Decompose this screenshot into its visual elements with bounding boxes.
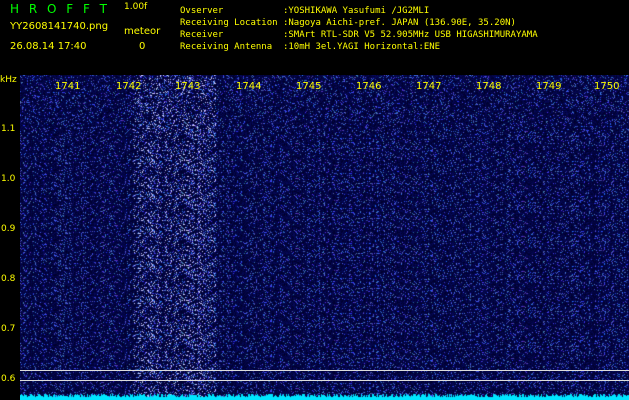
meteor-label: meteor: [124, 26, 161, 37]
image-filename: YY2608141740.png: [10, 21, 109, 32]
x-tick-label: 1743: [175, 81, 201, 92]
y-tick-label: 0.8: [1, 274, 16, 284]
header-panel: H R O F F T 1.00f YY2608141740.png meteo…: [0, 0, 629, 72]
reference-line-lower: [20, 380, 629, 381]
spectrogram-canvas: [20, 75, 629, 400]
reference-line-upper: [20, 370, 629, 371]
x-tick-label: 1748: [476, 81, 502, 92]
x-tick-label: 1746: [356, 81, 382, 92]
x-tick-label: 1741: [55, 81, 81, 92]
datetime-label: 26.08.14 17:40: [10, 41, 87, 52]
y-tick-label: 0.6: [1, 374, 16, 384]
x-tick-label: 1745: [296, 81, 322, 92]
app-version: 1.00f: [124, 2, 148, 12]
x-tick-label: 1742: [116, 81, 142, 92]
meteor-count: 0: [139, 41, 146, 52]
y-tick-label: 1.1: [1, 124, 16, 134]
y-tick-label: 0.7: [1, 324, 16, 334]
x-tick-label: 1747: [416, 81, 442, 92]
y-axis-unit: kHz: [0, 75, 17, 85]
x-tick-label: 1744: [236, 81, 262, 92]
app-title: H R O F F T: [10, 2, 111, 16]
antenna-info: Receiving Antenna :10mH 3el.YAGI Horizon…: [180, 42, 441, 52]
observer-info: Ovserver :YOSHIKAWA Yasufumi /JG2MLI: [180, 6, 430, 16]
y-tick-label: 1.0: [1, 174, 16, 184]
x-tick-label: 1749: [536, 81, 562, 92]
location-info: Receiving Location :Nagoya Aichi-pref. J…: [180, 18, 516, 28]
spectrogram: [20, 75, 629, 400]
receiver-info: Receiver :SMArt RTL-SDR V5 52.905MHz USB…: [180, 30, 538, 40]
y-tick-label: 0.9: [1, 224, 16, 234]
x-tick-label: 1750: [594, 81, 620, 92]
